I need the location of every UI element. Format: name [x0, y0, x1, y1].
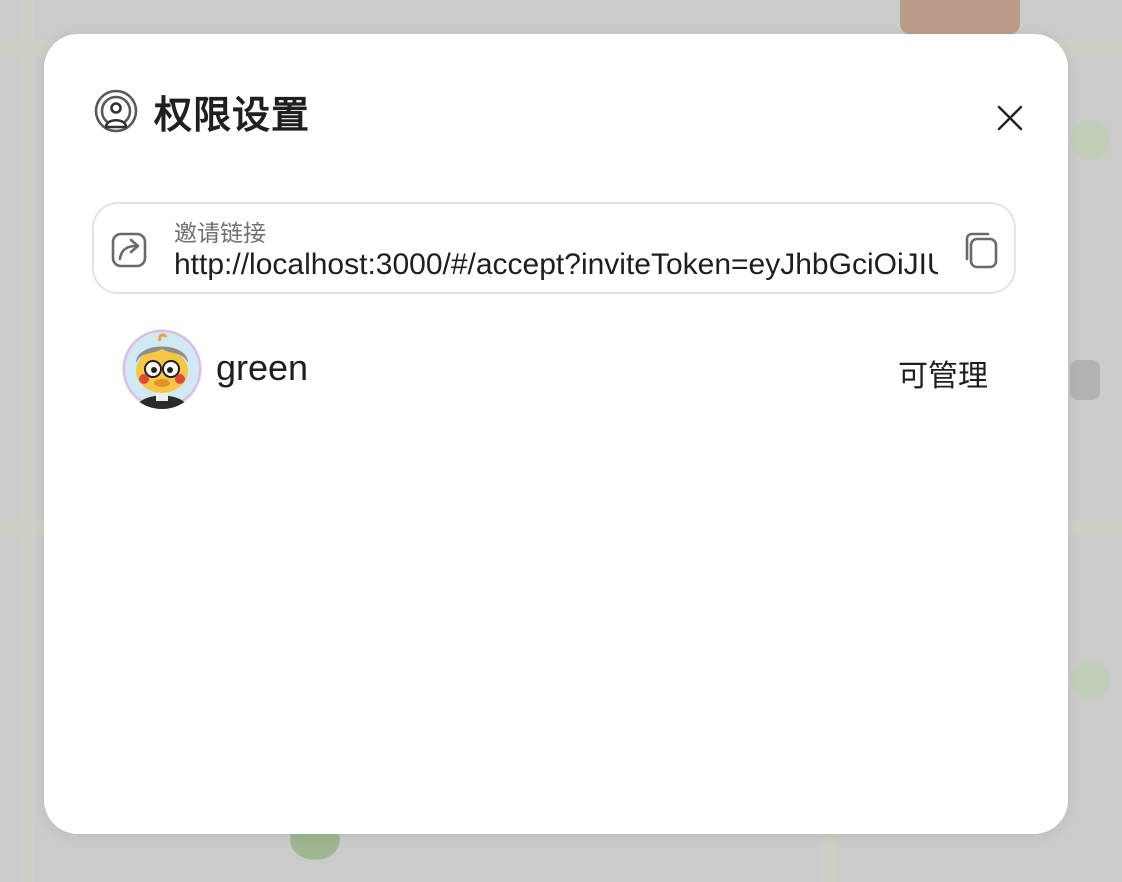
copy-button[interactable] — [962, 230, 1000, 270]
dialog-title: 权限设置 — [154, 94, 311, 137]
avatar — [122, 329, 202, 409]
invite-link-value[interactable]: http://localhost:3000/#/accept?inviteTok… — [174, 248, 938, 282]
permission-settings-dialog: 权限设置 邀请链接 http://localhost:3000/#/accept… — [44, 34, 1068, 834]
location-person-icon — [92, 87, 140, 135]
member-row: green 可管理 — [122, 329, 988, 409]
share-icon — [110, 230, 150, 270]
member-role-select[interactable]: 可管理 — [898, 351, 988, 395]
close-icon — [997, 105, 1023, 131]
dialog-header: 权限设置 — [92, 86, 311, 137]
invite-link-label: 邀请链接 — [174, 220, 266, 246]
invite-link-field: 邀请链接 http://localhost:3000/#/accept?invi… — [92, 202, 1016, 294]
copy-icon — [965, 232, 998, 269]
close-button[interactable] — [992, 100, 1028, 136]
member-name: green — [216, 347, 309, 388]
